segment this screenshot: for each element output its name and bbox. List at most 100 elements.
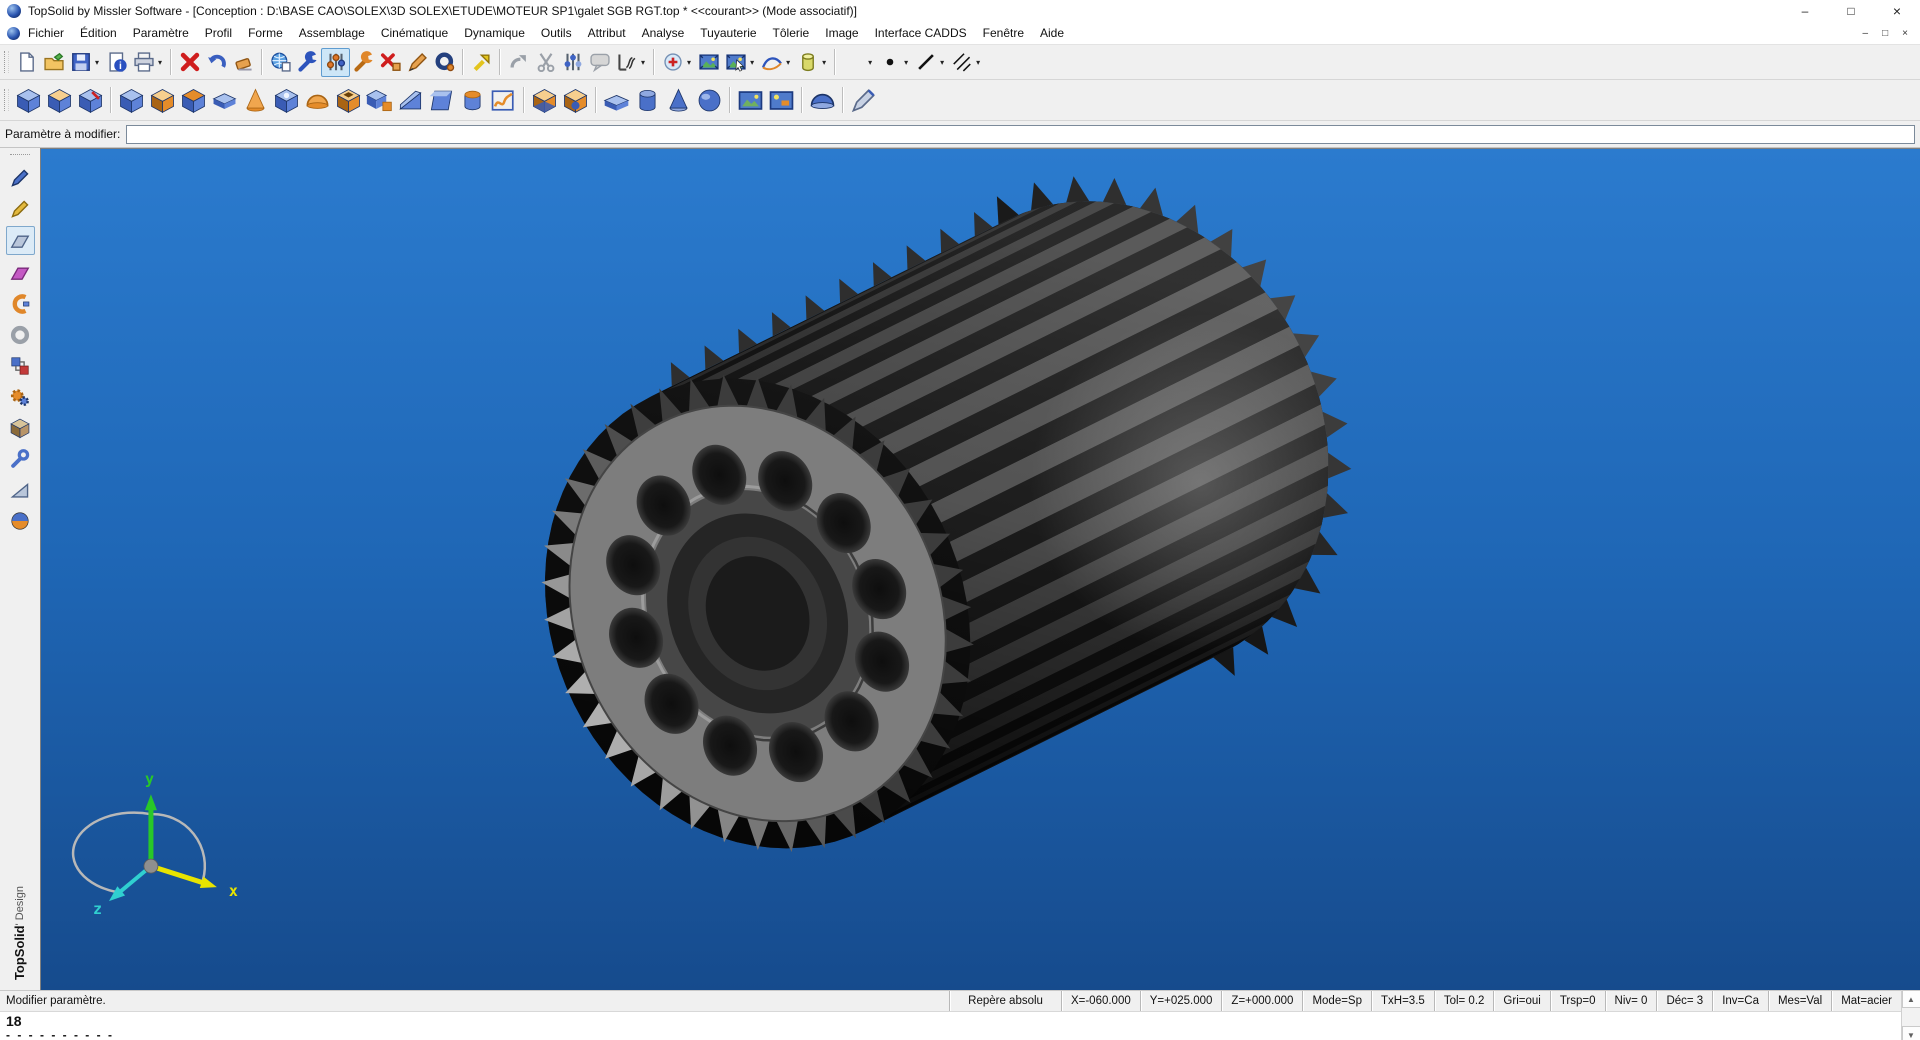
menu-tolerie[interactable]: Tôlerie (765, 24, 818, 42)
feature-draft-icon[interactable] (426, 85, 457, 116)
tool-wedge-icon[interactable] (7, 476, 34, 503)
status-y[interactable]: Y=+025.000 (1140, 991, 1222, 1011)
viewport-3d[interactable]: yxz (40, 148, 1920, 990)
new-document-icon[interactable] (13, 49, 40, 76)
scroll-down-icon[interactable]: ▼ (1902, 1026, 1920, 1040)
erase-icon[interactable] (230, 49, 257, 76)
mdi-restore-icon[interactable]: □ (1882, 28, 1888, 39)
line-style-icon[interactable] (912, 49, 939, 76)
tool-clamp-icon[interactable] (7, 290, 34, 317)
status-gri[interactable]: Gri=oui (1493, 991, 1549, 1011)
modify-element-icon[interactable] (294, 49, 321, 76)
menu-tuyauterie[interactable]: Tuyauterie (692, 24, 764, 42)
measure-icon[interactable] (613, 49, 640, 76)
print-icon[interactable] (130, 49, 157, 76)
shape-sketch-icon[interactable] (75, 85, 106, 116)
curve-quality-dropdown-icon[interactable]: ▾ (786, 58, 790, 67)
primitive-cone-icon[interactable] (663, 85, 694, 116)
close-icon[interactable]: × (1874, 0, 1920, 22)
previous-state-icon[interactable] (505, 49, 532, 76)
surface-dome-icon[interactable] (807, 85, 838, 116)
mdi-close-icon[interactable]: × (1902, 28, 1908, 39)
print-dropdown-icon[interactable]: ▾ (158, 58, 162, 67)
color-attribute-icon[interactable] (840, 49, 867, 76)
point-style-dropdown-icon[interactable]: ▾ (904, 58, 908, 67)
primitive-sphere-icon[interactable] (694, 85, 725, 116)
undo-icon[interactable] (203, 49, 230, 76)
mdi-minimize-icon[interactable]: – (1863, 28, 1869, 39)
feature-union-icon[interactable] (364, 85, 395, 116)
sidebar-grip[interactable] (10, 154, 30, 158)
tool-surface-icon[interactable] (6, 226, 35, 255)
status-mode[interactable]: Mode=Sp (1302, 991, 1371, 1011)
status-inv[interactable]: Inv=Ca (1712, 991, 1768, 1011)
feature-freeform-icon[interactable] (488, 85, 519, 116)
modify-operation-icon[interactable] (350, 49, 377, 76)
menu-attribut[interactable]: Attribut (580, 24, 634, 42)
feature-slab-icon[interactable] (209, 85, 240, 116)
tool-gears-icon[interactable] (7, 383, 34, 410)
view-orientation-icon[interactable] (722, 49, 749, 76)
tool-assembly-icon[interactable] (7, 352, 34, 379)
status-x[interactable]: X=-060.000 (1061, 991, 1140, 1011)
tool-pencil-blue-icon[interactable] (7, 164, 34, 191)
feature-insert-icon[interactable] (333, 85, 364, 116)
feature-pocket-icon[interactable] (147, 85, 178, 116)
feature-hex-icon[interactable] (271, 85, 302, 116)
tool-surface-magenta-icon[interactable] (7, 259, 34, 286)
delete-icon[interactable] (176, 49, 203, 76)
menu-analyse[interactable]: Analyse (634, 24, 693, 42)
toolbar-grip[interactable] (4, 51, 9, 73)
delete-operation-icon[interactable] (377, 49, 404, 76)
menu-edition[interactable]: Édition (72, 24, 125, 42)
zoom-icon[interactable] (659, 49, 686, 76)
menu-dynamique[interactable]: Dynamique (456, 24, 533, 42)
tool-sphere-icon[interactable] (7, 507, 34, 534)
menu-parametre[interactable]: Paramètre (125, 24, 197, 42)
scroll-up-icon[interactable]: ▲ (1902, 990, 1920, 1008)
parameter-input[interactable] (126, 125, 1915, 144)
primitive-block-icon[interactable] (601, 85, 632, 116)
menu-outils[interactable]: Outils (533, 24, 580, 42)
status-z[interactable]: Z=+000.000 (1221, 991, 1302, 1011)
feature-rib-icon[interactable] (457, 85, 488, 116)
color-attribute-dropdown-icon[interactable]: ▾ (868, 58, 872, 67)
render-style-dropdown-icon[interactable]: ▾ (822, 58, 826, 67)
tool-wrench-icon[interactable] (7, 445, 34, 472)
menu-interface-cadds[interactable]: Interface CADDS (867, 24, 975, 42)
probe-icon[interactable] (848, 85, 879, 116)
element-sliders-icon[interactable] (559, 49, 586, 76)
feature-wedge-icon[interactable] (395, 85, 426, 116)
save-dropdown-icon[interactable]: ▾ (95, 58, 99, 67)
minimize-icon[interactable]: – (1782, 0, 1828, 22)
feature-dome-icon[interactable] (302, 85, 333, 116)
update-document-icon[interactable] (267, 49, 294, 76)
tool-pencil-gold-icon[interactable] (7, 195, 34, 222)
save-icon[interactable] (67, 49, 94, 76)
boolean-union-icon[interactable] (529, 85, 560, 116)
line-style-dropdown-icon[interactable]: ▾ (940, 58, 944, 67)
toolbar-grip[interactable] (4, 89, 9, 111)
annotation-icon[interactable] (586, 49, 613, 76)
shape-capped-icon[interactable] (44, 85, 75, 116)
measure-dropdown-icon[interactable]: ▾ (641, 58, 645, 67)
tool-ring-icon[interactable] (7, 321, 34, 348)
hatch-style-icon[interactable] (948, 49, 975, 76)
view-orientation-dropdown-icon[interactable]: ▾ (750, 58, 754, 67)
feature-extrude-icon[interactable] (116, 85, 147, 116)
view-layout-icon[interactable] (695, 49, 722, 76)
status-mat[interactable]: Mat=acier (1831, 991, 1901, 1011)
menu-image[interactable]: Image (817, 24, 866, 42)
boolean-subtract-icon[interactable] (560, 85, 591, 116)
status-dec[interactable]: Déc= 3 (1656, 991, 1712, 1011)
menu-profil[interactable]: Profil (197, 24, 240, 42)
hatch-style-dropdown-icon[interactable]: ▾ (976, 58, 980, 67)
status-mes[interactable]: Mes=Val (1768, 991, 1831, 1011)
menu-fenetre[interactable]: Fenêtre (975, 24, 1032, 42)
command-console[interactable]: 18 - - - - - - - - - - (0, 1011, 1901, 1040)
curve-quality-icon[interactable] (758, 49, 785, 76)
status-repere[interactable]: Repère absolu (949, 991, 1061, 1011)
edit-ring-icon[interactable] (431, 49, 458, 76)
menu-assemblage[interactable]: Assemblage (291, 24, 373, 42)
primitive-cylinder-icon[interactable] (632, 85, 663, 116)
